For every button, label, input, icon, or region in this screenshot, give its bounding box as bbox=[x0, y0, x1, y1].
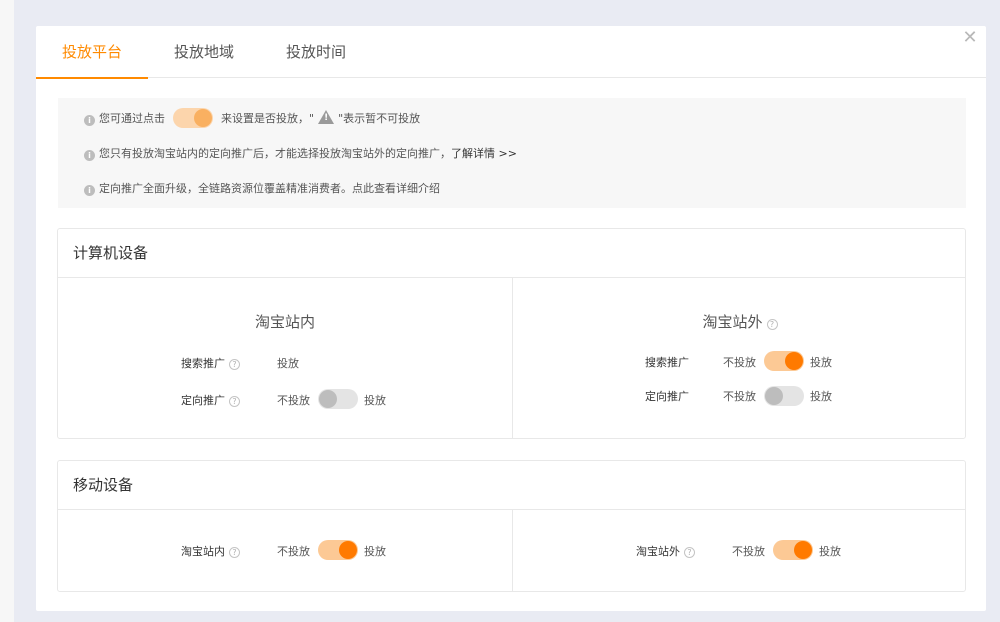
notice-line-2: i 您只有投放淘宝站内的定向推广后，才能选择投放淘宝站外的定向推广，了解详情 >> bbox=[84, 145, 517, 163]
inner-search-label: 搜索推广? bbox=[181, 355, 240, 371]
outer-search-toggle[interactable] bbox=[764, 351, 804, 371]
outer-search-label: 搜索推广 bbox=[645, 356, 689, 369]
inner-search-value: 投放 bbox=[277, 357, 299, 370]
info-icon: i bbox=[84, 115, 95, 126]
mobile-inner-label: 淘宝站内? bbox=[181, 543, 240, 559]
example-toggle-icon bbox=[173, 108, 213, 128]
tab-region[interactable]: 投放地域 bbox=[148, 26, 260, 78]
help-icon[interactable]: ? bbox=[229, 359, 240, 370]
notice-text[interactable]: 定向推广全面升级，全链路资源位覆盖精准消费者。点此查看详细介绍 bbox=[99, 182, 440, 195]
info-icon: i bbox=[84, 150, 95, 161]
mobile-devices-panel: 移动设备 淘宝站内? 不投放 投放 淘宝站外? 不投放 投放 bbox=[57, 460, 966, 592]
warning-icon: ! bbox=[318, 110, 335, 124]
outer-targeted-label: 定向推广 bbox=[645, 390, 689, 403]
panel-title: 计算机设备 bbox=[73, 244, 149, 262]
outer-targeted-toggle[interactable] bbox=[764, 386, 804, 406]
help-icon[interactable]: ? bbox=[684, 547, 695, 558]
help-icon[interactable]: ? bbox=[229, 547, 240, 558]
tab-platform[interactable]: 投放平台 bbox=[36, 26, 148, 79]
details-link[interactable]: 了解详情 >> bbox=[451, 147, 517, 160]
help-icon[interactable]: ? bbox=[229, 396, 240, 407]
toggle-on-label: 投放 bbox=[819, 545, 841, 558]
platform-dialog: ✕ 投放平台 投放地域 投放时间 i 您可通过点击 来设置是否投放，"! "表示暂不可… bbox=[36, 26, 986, 611]
tab-bar: 投放平台 投放地域 投放时间 bbox=[36, 26, 986, 79]
notice-box: i 您可通过点击 来设置是否投放，"! "表示暂不可投放 i 您只有投放淘宝站内的定向推… bbox=[58, 98, 966, 208]
computer-devices-panel: 计算机设备 淘宝站内 搜索推广? 投放 定向推广? 不投放 投放 淘宝站外? 搜… bbox=[57, 228, 966, 439]
notice-line-3: i 定向推广全面升级，全链路资源位覆盖精准消费者。点此查看详细介绍 bbox=[84, 180, 440, 198]
inner-targeted-toggle[interactable] bbox=[318, 389, 358, 409]
help-icon[interactable]: ? bbox=[766, 319, 778, 330]
toggle-on-label: 投放 bbox=[810, 356, 832, 369]
notice-text: 您只有投放淘宝站内的定向推广后，才能选择投放淘宝站外的定向推广， bbox=[99, 147, 451, 160]
column-divider bbox=[512, 510, 513, 591]
panel-title: 移动设备 bbox=[73, 476, 134, 494]
notice-text: 来设置是否投放，" bbox=[221, 112, 315, 125]
notice-text: 您可通过点击 bbox=[99, 112, 165, 125]
outer-site-title: 淘宝站外? bbox=[513, 311, 967, 332]
column-divider bbox=[512, 278, 513, 438]
mobile-outer-toggle[interactable] bbox=[773, 540, 813, 560]
toggle-on-label: 投放 bbox=[364, 394, 386, 407]
mobile-inner-toggle[interactable] bbox=[318, 540, 358, 560]
toggle-off-label: 不投放 bbox=[723, 356, 756, 369]
toggle-off-label: 不投放 bbox=[277, 394, 310, 407]
tab-time[interactable]: 投放时间 bbox=[260, 26, 372, 78]
notice-text: "表示暂不可投放 bbox=[338, 112, 421, 125]
info-icon: i bbox=[84, 185, 95, 196]
toggle-on-label: 投放 bbox=[364, 545, 386, 558]
mobile-outer-label: 淘宝站外? bbox=[636, 543, 695, 559]
notice-line-1: i 您可通过点击 来设置是否投放，"! "表示暂不可投放 bbox=[84, 108, 421, 128]
toggle-off-label: 不投放 bbox=[277, 545, 310, 558]
inner-targeted-label: 定向推广? bbox=[181, 392, 240, 408]
backdrop bbox=[0, 0, 14, 622]
toggle-off-label: 不投放 bbox=[723, 390, 756, 403]
toggle-on-label: 投放 bbox=[810, 390, 832, 403]
inner-site-title: 淘宝站内 bbox=[254, 313, 315, 331]
toggle-off-label: 不投放 bbox=[732, 545, 765, 558]
